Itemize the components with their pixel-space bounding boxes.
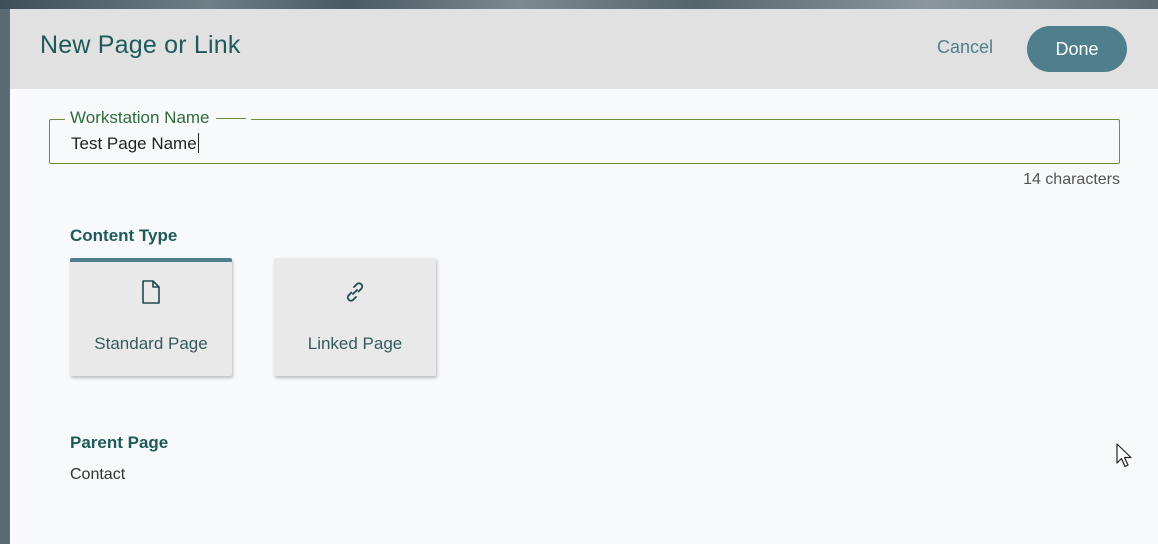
link-icon [274,280,436,308]
parent-page-value[interactable]: Contact [70,466,125,484]
workstation-name-field[interactable]: Workstation Name Test Page Name [49,108,1120,164]
document-icon [70,280,232,308]
workstation-name-label: Workstation Name [65,108,251,128]
linked-page-label: Linked Page [307,334,403,353]
workstation-name-input[interactable]: Test Page Name [71,133,199,154]
mouse-pointer-icon [1116,443,1134,474]
standard-page-label: Standard Page [94,334,208,353]
background-app-strip [0,0,1158,9]
workstation-name-value: Test Page Name [71,134,197,153]
new-page-dialog: New Page or Link Cancel Done Workstation… [9,9,1158,544]
parent-page-label: Parent Page [70,433,169,452]
text-caret [197,133,199,153]
dialog-header: New Page or Link Cancel Done [10,9,1158,89]
linked-page-option[interactable]: Linked Page [274,258,436,376]
content-type-label: Content Type [70,226,178,245]
dialog-title: New Page or Link [40,31,241,59]
cancel-button[interactable]: Cancel [937,37,993,58]
standard-page-option[interactable]: Standard Page [70,258,232,376]
done-button[interactable]: Done [1027,26,1127,72]
character-count: 14 characters [1023,171,1120,188]
